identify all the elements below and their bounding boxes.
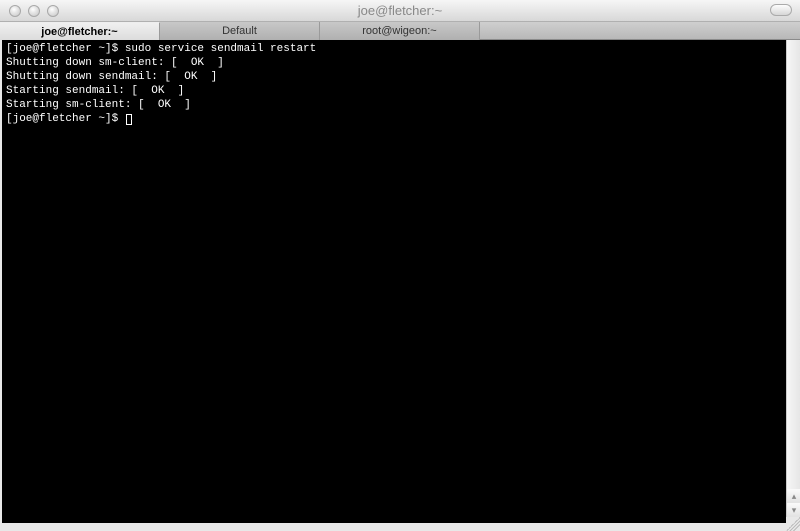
cursor-icon xyxy=(126,114,132,125)
window-titlebar: joe@fletcher:~ xyxy=(0,0,800,22)
minimize-button[interactable] xyxy=(28,5,40,17)
traffic-lights xyxy=(0,5,59,17)
tab-default[interactable]: Default xyxy=(160,22,320,40)
tab-joe-fletcher[interactable]: joe@fletcher:~ xyxy=(0,22,160,40)
terminal-line: Shutting down sm-client: [ OK ] xyxy=(6,57,224,69)
tab-bar: joe@fletcher:~ Default root@wigeon:~ xyxy=(0,22,800,40)
scroll-up-arrow-icon[interactable]: ▴ xyxy=(787,489,800,503)
vertical-scrollbar[interactable]: ▴ ▾ xyxy=(786,40,800,517)
terminal-line: Shutting down sendmail: [ OK ] xyxy=(6,71,217,83)
terminal-container: [joe@fletcher ~]$ sudo service sendmail … xyxy=(0,40,800,531)
tab-label: Default xyxy=(222,25,257,37)
window-title: joe@fletcher:~ xyxy=(0,3,800,18)
resize-grip-icon[interactable] xyxy=(786,517,800,531)
scroll-down-arrow-icon[interactable]: ▾ xyxy=(787,503,800,517)
zoom-button[interactable] xyxy=(47,5,59,17)
terminal-line: Starting sendmail: [ OK ] xyxy=(6,85,184,97)
terminal-prompt: [joe@fletcher ~]$ xyxy=(6,113,125,125)
terminal-line: Starting sm-client: [ OK ] xyxy=(6,99,191,111)
terminal-line: [joe@fletcher ~]$ sudo service sendmail … xyxy=(6,43,316,55)
toolbar-toggle-button[interactable] xyxy=(770,4,792,16)
tab-root-wigeon[interactable]: root@wigeon:~ xyxy=(320,22,480,40)
tab-label: root@wigeon:~ xyxy=(362,25,436,37)
tab-label: joe@fletcher:~ xyxy=(41,26,117,38)
close-button[interactable] xyxy=(9,5,21,17)
terminal-output[interactable]: [joe@fletcher ~]$ sudo service sendmail … xyxy=(2,40,786,523)
